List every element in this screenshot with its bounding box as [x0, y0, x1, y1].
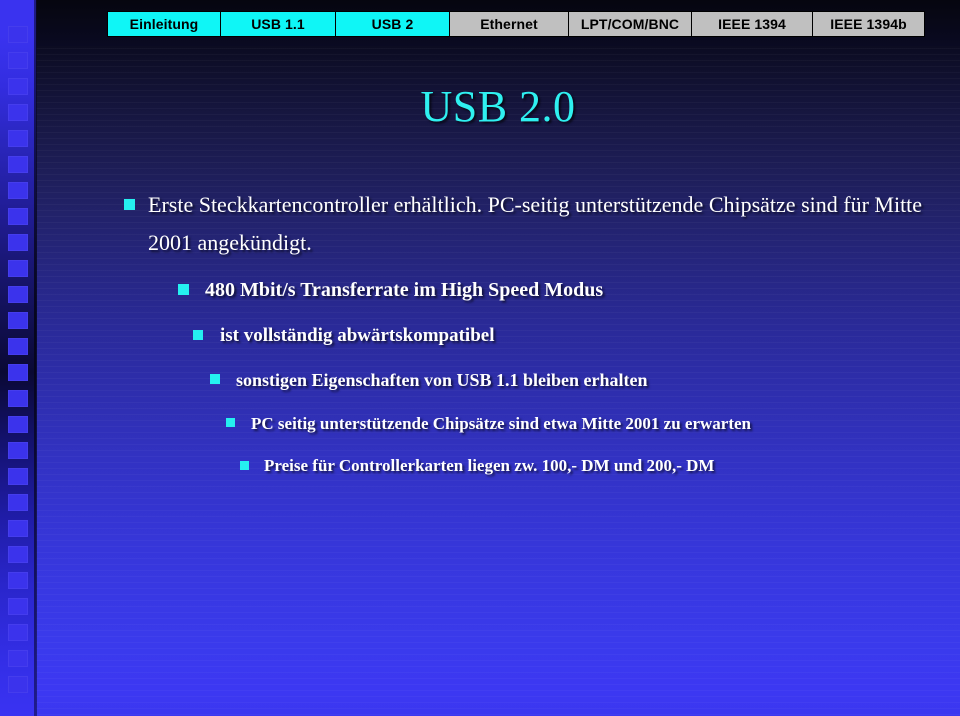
band-square: [8, 520, 28, 537]
band-square: [8, 572, 28, 589]
bullet-item-level-5: PC seitig unterstützende Chipsätze sind …: [226, 406, 960, 441]
navigation-tab-bar[interactable]: Einleitung USB 1.1 USB 2 Ethernet LPT/COM/BN…: [107, 11, 925, 37]
tab-usb-1-1[interactable]: USB 1.1: [220, 11, 336, 37]
tab-label: Einleitung: [129, 16, 199, 32]
bullet-square-icon: [124, 199, 135, 210]
bullet-square-icon: [193, 330, 203, 340]
bullet-item-level-1: Erste Steckkartencontroller erhältlich. …: [124, 186, 936, 262]
band-square: [8, 650, 28, 667]
bullet-item-level-2: 480 Mbit/s Transferrate im High Speed Mo…: [178, 271, 960, 309]
band-square: [8, 78, 28, 95]
tab-label: IEEE 1394: [718, 16, 786, 32]
bullet-item-level-3: ist vollständig abwärtskompatibel: [193, 317, 960, 354]
tab-label: LPT/COM/BNC: [580, 16, 680, 32]
tab-label: USB 1.1: [251, 16, 305, 32]
band-square: [8, 130, 28, 147]
slide-bullet-list: Erste Steckkartencontroller erhältlich. …: [0, 186, 960, 483]
bullet-square-icon: [226, 418, 235, 427]
presentation-slide: Einleitung USB 1.1 USB 2 Ethernet LPT/COM/BN…: [0, 0, 960, 716]
band-square: [8, 624, 28, 641]
bullet-square-icon: [210, 374, 220, 384]
tab-label: IEEE 1394b: [830, 16, 907, 32]
band-square: [8, 598, 28, 615]
tab-label: USB 2: [371, 16, 414, 32]
band-square: [8, 156, 28, 173]
band-square: [8, 676, 28, 693]
bullet-square-icon: [178, 284, 189, 295]
bullet-text: PC seitig unterstützende Chipsätze sind …: [251, 414, 751, 433]
tab-ieee-1394b[interactable]: IEEE 1394b: [812, 11, 925, 37]
bullet-item-level-6: Preise für Controllerkarten liegen zw. 1…: [240, 449, 960, 483]
band-square: [8, 26, 28, 43]
bullet-text: ist vollständig abwärtskompatibel: [220, 325, 495, 346]
tab-ieee-1394[interactable]: IEEE 1394: [691, 11, 813, 37]
slide-title: USB 2.0: [420, 82, 576, 131]
band-square: [8, 104, 28, 121]
band-square: [8, 546, 28, 563]
bullet-text: Erste Steckkartencontroller erhältlich. …: [148, 192, 923, 255]
tab-ethernet[interactable]: Ethernet: [449, 11, 569, 37]
bullet-text: 480 Mbit/s Transferrate im High Speed Mo…: [205, 279, 604, 301]
band-square: [8, 52, 28, 69]
bullet-item-level-4: sonstigen Eigenschaften von USB 1.1 blei…: [210, 362, 960, 398]
bullet-square-icon: [240, 461, 249, 470]
bullet-text: sonstigen Eigenschaften von USB 1.1 blei…: [236, 370, 648, 390]
tab-usb-2[interactable]: USB 2: [335, 11, 450, 37]
tab-label: Ethernet: [480, 16, 538, 32]
tab-lpt-com-bnc[interactable]: LPT/COM/BNC: [568, 11, 692, 37]
band-square: [8, 494, 28, 511]
tab-einleitung[interactable]: Einleitung: [107, 11, 221, 37]
bullet-text: Preise für Controllerkarten liegen zw. 1…: [264, 456, 715, 475]
